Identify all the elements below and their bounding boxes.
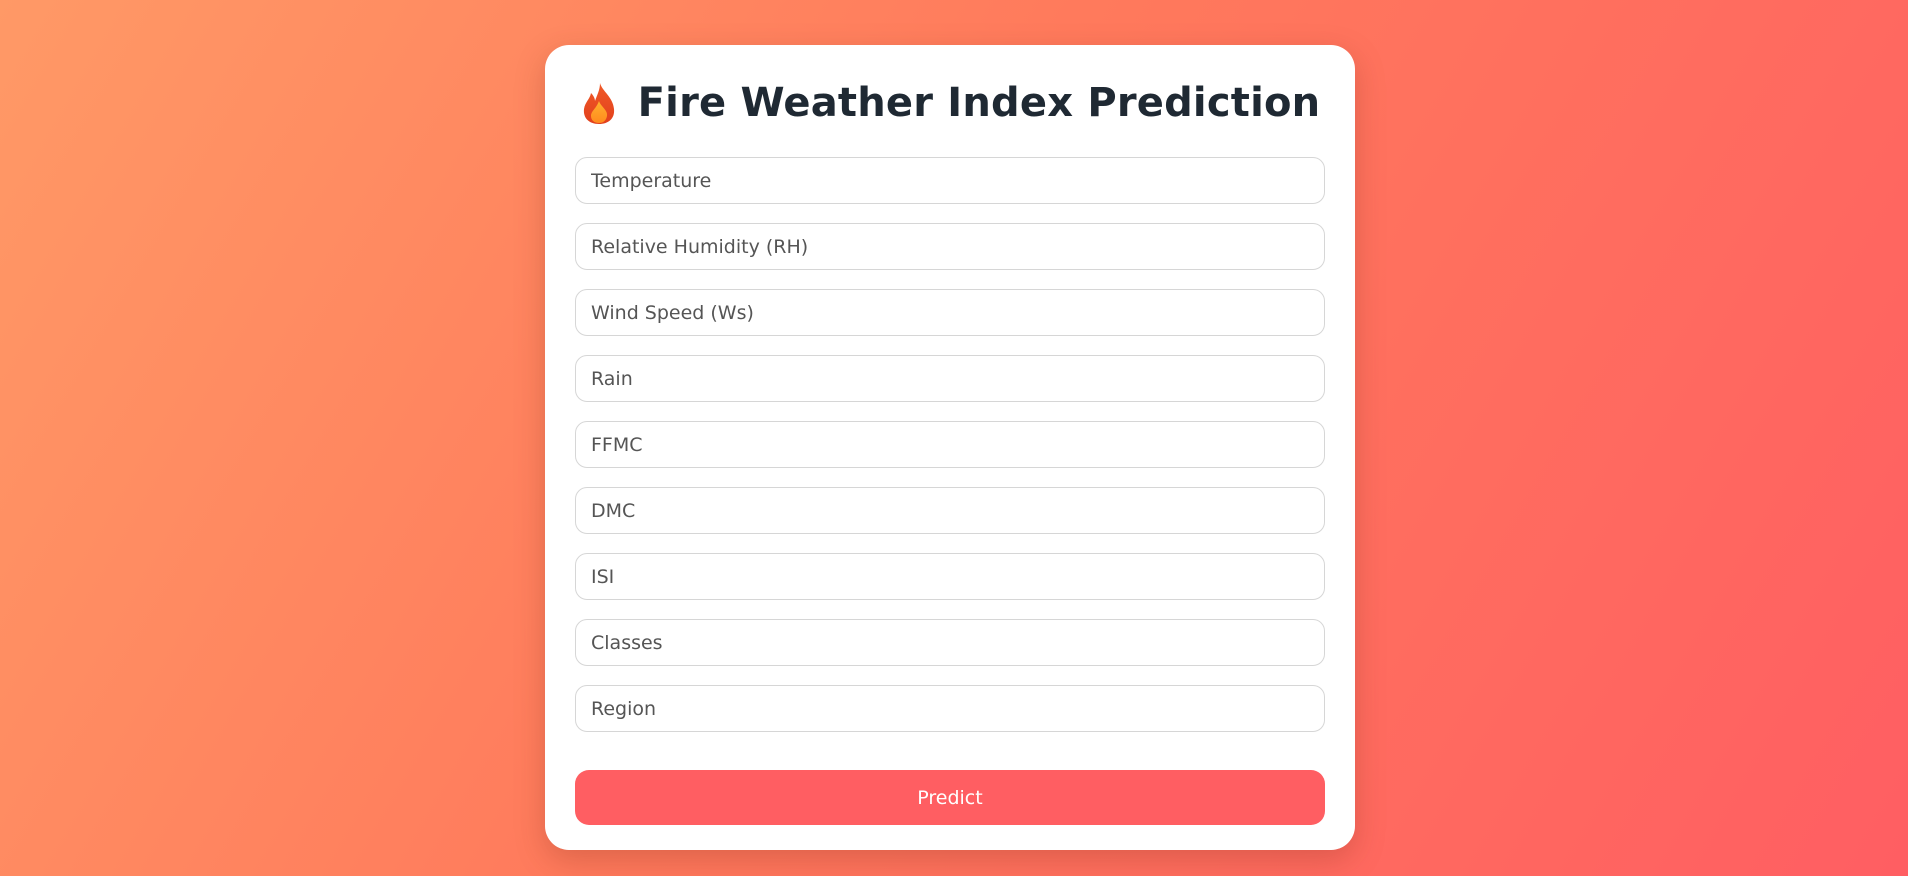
region-input[interactable] <box>575 685 1325 732</box>
ffmc-input[interactable] <box>575 421 1325 468</box>
relative-humidity-input[interactable] <box>575 223 1325 270</box>
wind-speed-input[interactable] <box>575 289 1325 336</box>
temperature-input[interactable] <box>575 157 1325 204</box>
predict-button[interactable]: Predict <box>575 770 1325 825</box>
dmc-input[interactable] <box>575 487 1325 534</box>
flame-icon <box>580 81 618 125</box>
isi-input[interactable] <box>575 553 1325 600</box>
prediction-form: Predict <box>575 157 1325 825</box>
header: Fire Weather Index Prediction <box>575 45 1325 157</box>
classes-input[interactable] <box>575 619 1325 666</box>
prediction-card: Fire Weather Index Prediction Predict <box>545 45 1355 850</box>
rain-input[interactable] <box>575 355 1325 402</box>
page-title: Fire Weather Index Prediction <box>637 80 1321 126</box>
